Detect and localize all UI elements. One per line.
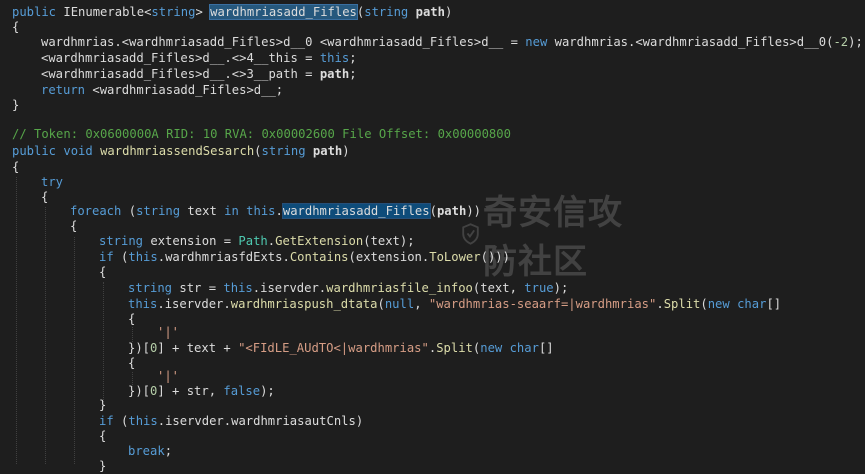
code-line-15[interactable]: string extension = Path.GetExtension(tex…: [99, 234, 415, 249]
code-line-3[interactable]: wardhmrias.<wardhmriasadd_Fifles>d__0 <w…: [41, 35, 863, 50]
indent-guide: [132, 327, 133, 342]
code-line-26[interactable]: }: [99, 398, 106, 413]
code-line-5[interactable]: <wardhmriasadd_Fifles>d__.<>3__path = pa…: [41, 67, 357, 82]
code-line-19[interactable]: this.iservder.wardhmriaspush_dtata(null,…: [128, 297, 781, 312]
watermark: 奇安信攻防社区: [462, 193, 632, 282]
indent-guide: [74, 237, 75, 464]
code-line-6[interactable]: return <wardhmriasadd_Fifles>d__;: [41, 83, 283, 98]
code-line-28[interactable]: {: [99, 429, 106, 444]
code-line-17[interactable]: {: [99, 265, 106, 280]
code-line-16[interactable]: if (this.wardhmriasfdExts.Contains(exten…: [99, 250, 510, 265]
code-line-1[interactable]: public IEnumerable<string> wardhmriasadd…: [12, 4, 452, 20]
code-line-23[interactable]: {: [128, 356, 135, 371]
code-comment-line[interactable]: // Token: 0x0600000A RID: 10 RVA: 0x0000…: [12, 127, 511, 142]
shield-logo-icon: [462, 223, 479, 245]
code-line-14[interactable]: {: [70, 219, 77, 234]
code-line-27[interactable]: if (this.iservder.wardhmriasautCnls): [99, 414, 363, 429]
code-line-22[interactable]: })[0] + text + "<FIdLE_AUdTO<|wardhmrias…: [128, 341, 554, 356]
code-line-20[interactable]: {: [128, 312, 135, 327]
code-line-2[interactable]: {: [12, 20, 19, 35]
code-line-13[interactable]: foreach (string text in this.wardhmriasa…: [70, 203, 481, 219]
code-line-7[interactable]: }: [12, 98, 19, 113]
code-line-24[interactable]: '|': [157, 369, 179, 384]
method-reference-highlight[interactable]: wardhmriasadd_Fifles: [281, 203, 431, 219]
indent-guide: [45, 207, 46, 464]
code-line-18[interactable]: string str = this.iservder.wardhmriasfil…: [128, 281, 568, 296]
code-line-4[interactable]: <wardhmriasadd_Fifles>d__.<>4__this = th…: [41, 51, 357, 66]
code-line-29[interactable]: break;: [128, 444, 172, 459]
code-line-11[interactable]: try: [41, 175, 63, 190]
method-name-highlight[interactable]: wardhmriasadd_Fifles: [209, 4, 358, 20]
code-line-21[interactable]: '|': [157, 325, 179, 340]
code-editor[interactable]: public IEnumerable<string> wardhmriasadd…: [0, 0, 865, 473]
indent-guide: [103, 282, 104, 402]
indent-guide: [16, 177, 17, 464]
code-line-25[interactable]: })[0] + str, false);: [128, 384, 275, 399]
code-line-10[interactable]: {: [12, 160, 19, 175]
code-line-9[interactable]: public void wardhmriassendSesarch(string…: [12, 144, 350, 159]
watermark-text: 奇安信攻防社区: [483, 193, 624, 282]
code-line-30[interactable]: }: [99, 459, 106, 474]
code-line-12[interactable]: {: [41, 190, 48, 205]
